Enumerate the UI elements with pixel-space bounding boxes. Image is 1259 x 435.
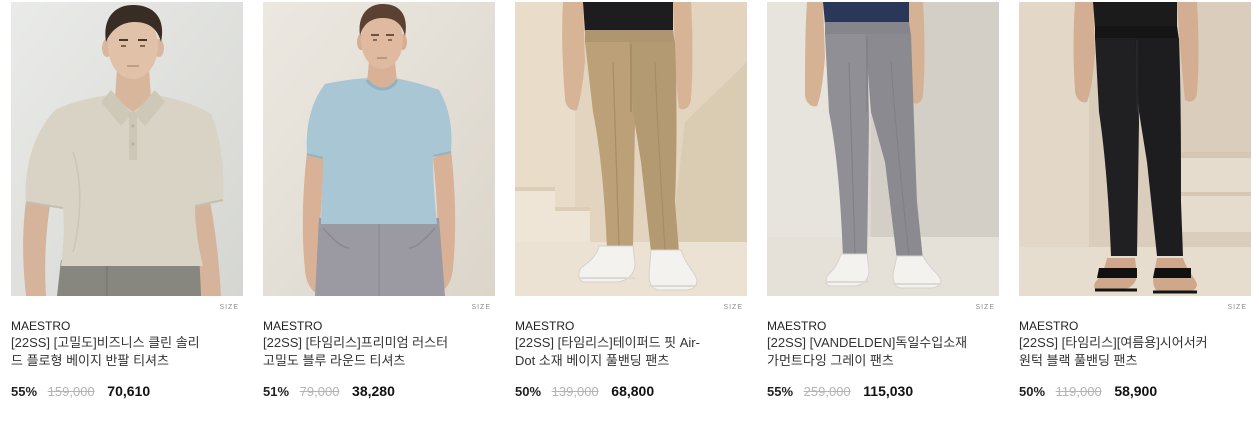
product-name[interactable]: [22SS] [타임리스][여름용]시어서커 원턱 블랙 풀밴딩 팬츠 [1019,334,1251,370]
product-name-line[interactable]: [22SS] [VANDELDEN]독일수입소재 [767,334,999,352]
brand-name[interactable]: MAESTRO [1019,318,1251,334]
size-button[interactable]: SIZE [767,296,999,311]
discount-rate: 50% [515,384,542,399]
price-row: 55% 159,000 70,610 [11,382,243,401]
sale-price: 58,900 [1114,383,1158,399]
size-label[interactable]: SIZE [975,303,995,312]
product-image[interactable] [1019,2,1251,296]
product-name-line[interactable]: 가먼트다잉 그레이 팬츠 [767,352,999,370]
size-button[interactable]: SIZE [1019,296,1251,311]
product-photo-beige-polo [11,2,243,296]
sale-price: 68,800 [611,383,655,399]
product-image[interactable] [767,2,999,296]
discount-rate: 55% [11,384,38,399]
product-name-line[interactable]: [22SS] [고밀도]비즈니스 클린 솔리 [11,334,243,352]
discount-rate: 51% [263,384,290,399]
product-photo-blue-tee [263,2,495,296]
size-button[interactable]: SIZE [263,296,495,311]
price-row: 55% 259,000 115,030 [767,382,999,401]
product-image[interactable] [11,2,243,296]
product-name-line[interactable]: 고밀도 블루 라운드 티셔츠 [263,352,495,370]
product-name[interactable]: [22SS] [고밀도]비즈니스 클린 솔리 드 플로형 베이지 반팔 티셔츠 [11,334,243,370]
product-photo-beige-pants [515,2,747,296]
product-name-line[interactable]: [22SS] [타임리스]프리미엄 러스터 [263,334,495,352]
size-label[interactable]: SIZE [1227,303,1247,312]
product-name-line[interactable]: Dot 소재 베이지 풀밴딩 팬츠 [515,352,747,370]
product-name[interactable]: [22SS] [타임리스]프리미엄 러스터 고밀도 블루 라운드 티셔츠 [263,334,495,370]
price-row: 51% 79,000 38,280 [263,382,495,401]
sale-price: 38,280 [352,383,395,399]
size-label[interactable]: SIZE [723,303,743,312]
price-row: 50% 119,000 58,900 [1019,382,1251,401]
product-name[interactable]: [22SS] [VANDELDEN]독일수입소재 가먼트다잉 그레이 팬츠 [767,334,999,370]
product-card[interactable]: SIZE MAESTRO [22SS] [고밀도]비즈니스 클린 솔리 드 플로… [11,2,243,401]
brand-name[interactable]: MAESTRO [515,318,747,334]
product-card[interactable]: SIZE MAESTRO [22SS] [타임리스]테이퍼드 핏 Air- Do… [515,2,747,401]
original-price: 139,000 [551,384,599,399]
product-name[interactable]: [22SS] [타임리스]테이퍼드 핏 Air- Dot 소재 베이지 풀밴딩 … [515,334,747,370]
product-name-line[interactable]: 원턱 블랙 풀밴딩 팬츠 [1019,352,1251,370]
size-button[interactable]: SIZE [515,296,747,311]
discount-rate: 50% [1019,384,1046,399]
original-price: 259,000 [803,384,851,399]
size-label[interactable]: SIZE [471,303,491,312]
product-image[interactable] [515,2,747,296]
brand-name[interactable]: MAESTRO [767,318,999,334]
size-label[interactable]: SIZE [219,303,239,312]
product-name-line[interactable]: [22SS] [타임리스][여름용]시어서커 [1019,334,1251,352]
product-photo-black-pants [1019,2,1251,296]
product-name-line[interactable]: 드 플로형 베이지 반팔 티셔츠 [11,352,243,370]
product-card[interactable]: SIZE MAESTRO [22SS] [VANDELDEN]독일수입소재 가먼… [767,2,999,401]
product-card[interactable]: SIZE MAESTRO [22SS] [타임리스][여름용]시어서커 원턱 블… [1019,2,1251,401]
size-button[interactable]: SIZE [11,296,243,311]
product-photo-gray-pants [767,2,999,296]
product-card[interactable]: SIZE MAESTRO [22SS] [타임리스]프리미엄 러스터 고밀도 블… [263,2,495,401]
price-row: 50% 139,000 68,800 [515,382,747,401]
product-grid: SIZE MAESTRO [22SS] [고밀도]비즈니스 클린 솔리 드 플로… [11,2,1251,401]
original-price: 119,000 [1055,384,1102,399]
discount-rate: 55% [767,384,794,399]
sale-price: 70,610 [107,383,151,399]
product-image[interactable] [263,2,495,296]
product-name-line[interactable]: [22SS] [타임리스]테이퍼드 핏 Air- [515,334,747,352]
sale-price: 115,030 [863,383,914,399]
brand-name[interactable]: MAESTRO [263,318,495,334]
original-price: 79,000 [299,384,340,399]
original-price: 159,000 [47,384,95,399]
brand-name[interactable]: MAESTRO [11,318,243,334]
